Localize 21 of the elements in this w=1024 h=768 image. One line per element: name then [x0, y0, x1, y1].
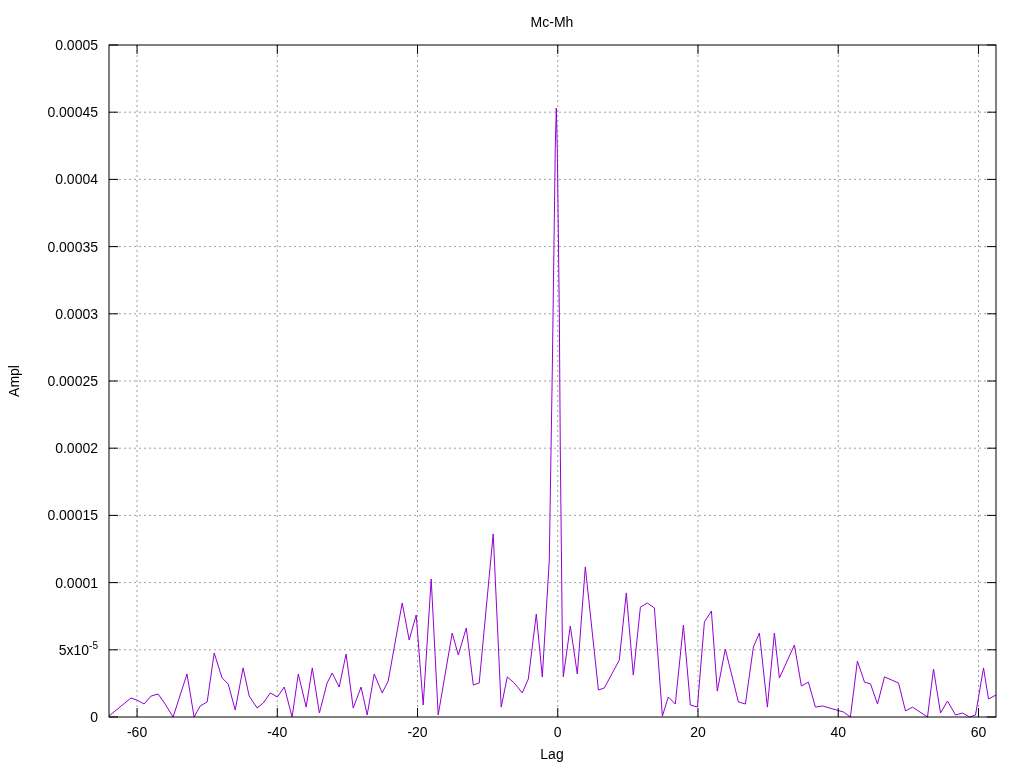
tick-label: 0.00015: [47, 507, 98, 524]
axis-label: Ampl: [6, 364, 22, 399]
tick-label: 5x10$^{-5}$: [58, 641, 98, 658]
axis-label: Lag: [540, 746, 564, 762]
tick-label: -60: [126, 724, 148, 740]
tick-label: 0.0005: [55, 37, 98, 53]
tick-label: 0.0002: [55, 440, 98, 457]
tick-label: 60: [970, 724, 987, 740]
chart-title: Mc-Mh: [530, 14, 574, 30]
tick-label: 0.0001: [55, 574, 98, 591]
tick-label: 20: [690, 724, 706, 740]
tick-label: 0.0003: [55, 305, 98, 322]
tick-label: 0: [90, 709, 98, 725]
tick-label: 0: [553, 724, 562, 740]
tick-label: 40: [830, 724, 846, 740]
tick-label: 0.0004: [55, 171, 98, 188]
tick-label: 0.00045: [47, 104, 98, 121]
tick-label: 0.00025: [47, 373, 98, 389]
tick-label: -20: [407, 724, 428, 740]
tick-label: 0.00035: [47, 238, 98, 255]
tick-label: -40: [267, 724, 288, 740]
